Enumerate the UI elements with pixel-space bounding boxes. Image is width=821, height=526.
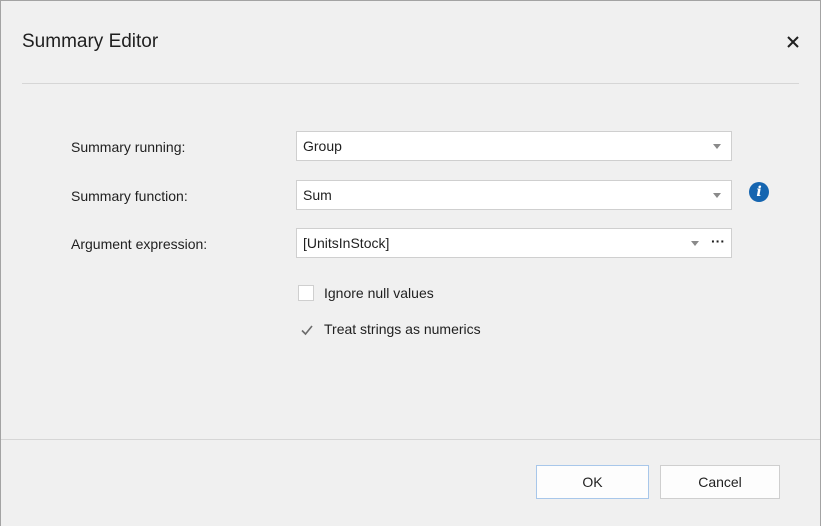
checkmark-icon: [301, 325, 313, 336]
treat-strings-checkbox[interactable]: [298, 321, 314, 337]
form-area: Summary running: Group Summary function:…: [22, 83, 799, 440]
summary-function-combo[interactable]: Sum: [296, 180, 732, 210]
info-icon[interactable]: i: [749, 182, 769, 202]
treat-strings-label[interactable]: Treat strings as numerics: [324, 321, 481, 337]
argument-expression-value: [UnitsInStock]: [303, 235, 390, 251]
chevron-down-icon[interactable]: [691, 241, 699, 246]
summary-running-label: Summary running:: [71, 139, 186, 155]
dialog-title: Summary Editor: [22, 31, 159, 52]
close-button[interactable]: [782, 31, 804, 53]
ignore-null-checkbox[interactable]: [298, 285, 314, 301]
chevron-down-icon[interactable]: [713, 193, 721, 198]
summary-function-value: Sum: [303, 187, 332, 203]
summary-running-value: Group: [303, 138, 342, 154]
dialog-footer: OK Cancel: [1, 439, 820, 526]
title-bar: Summary Editor: [1, 1, 820, 83]
summary-running-combo[interactable]: Group: [296, 131, 732, 161]
argument-expression-combo[interactable]: [UnitsInStock] ···: [296, 228, 732, 258]
chevron-down-icon[interactable]: [713, 144, 721, 149]
cancel-button[interactable]: Cancel: [660, 465, 780, 499]
ellipsis-button[interactable]: ···: [711, 233, 725, 249]
summary-editor-dialog: Summary Editor Summary running: Group Su…: [0, 0, 821, 526]
ok-button[interactable]: OK: [536, 465, 649, 499]
close-icon: [787, 36, 799, 48]
ignore-null-label[interactable]: Ignore null values: [324, 285, 434, 301]
summary-function-label: Summary function:: [71, 188, 188, 204]
argument-expression-label: Argument expression:: [71, 236, 208, 252]
